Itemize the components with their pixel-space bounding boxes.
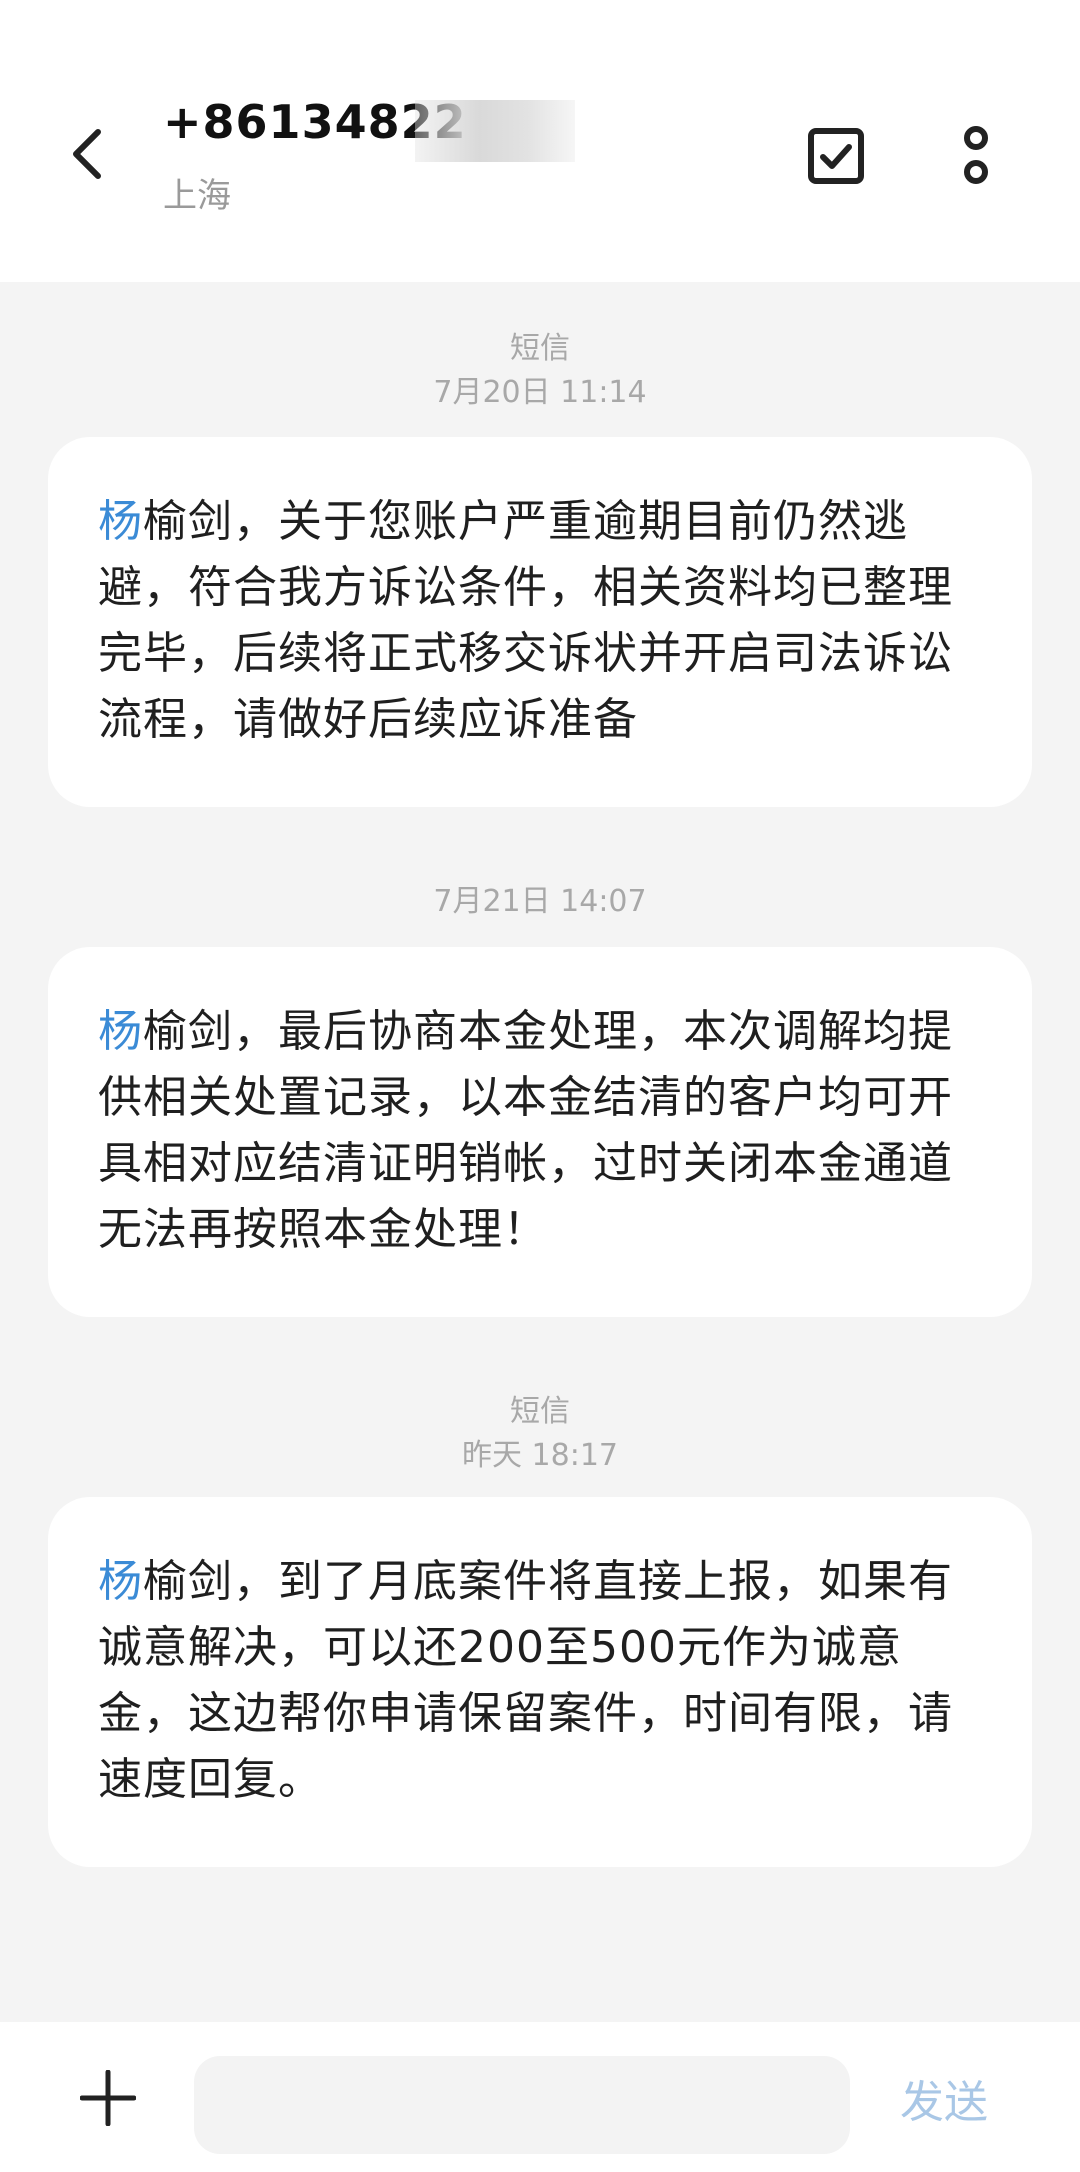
message-text: 榆剑，到了月底案件将直接上报，如果有诚意解决，可以还200至500元作为诚意金，…: [98, 1556, 953, 1805]
back-chevron-icon: [73, 129, 101, 179]
message-timestamp: 昨天 18:17: [462, 1438, 618, 1473]
add-attachment-button[interactable]: [72, 2062, 144, 2134]
message-timestamp: 7月20日 11:14: [433, 375, 647, 410]
highlighted-name[interactable]: 杨: [98, 1006, 143, 1057]
message-type-label: 短信: [510, 331, 570, 366]
message-body[interactable]: 杨榆剑，到了月底案件将直接上报，如果有诚意解决，可以还200至500元作为诚意金…: [98, 1549, 982, 1813]
message-3-header: 短信 昨天 18:17: [0, 1390, 1080, 1478]
plus-icon: [80, 2070, 136, 2126]
highlighted-name[interactable]: 杨: [98, 1556, 143, 1607]
message-text: 榆剑，最后协商本金处理，本次调解均提供相关处置记录，以本金结清的客户均可开具相对…: [98, 1006, 953, 1255]
highlighted-name[interactable]: 杨: [98, 496, 143, 547]
message-2-header: 7月21日 14:07: [0, 880, 1080, 924]
select-messages-button[interactable]: [800, 120, 872, 192]
composer-bar: 发送: [0, 2022, 1080, 2172]
back-button[interactable]: [52, 118, 124, 190]
message-1-header: 短信 7月20日 11:14: [0, 327, 1080, 415]
more-vertical-icon: [964, 126, 988, 184]
checkbox-icon: [808, 128, 864, 184]
redaction-blur: [415, 100, 575, 162]
message-bubble[interactable]: 杨榆剑，关于您账户严重逾期目前仍然逃避，符合我方诉讼条件，相关资料均已整理完毕，…: [48, 437, 1032, 807]
message-text: 榆剑，关于您账户严重逾期目前仍然逃避，符合我方诉讼条件，相关资料均已整理完毕，后…: [98, 496, 953, 745]
message-input[interactable]: [194, 2056, 850, 2154]
send-button[interactable]: 发送: [900, 2070, 988, 2136]
message-body[interactable]: 杨榆剑，关于您账户严重逾期目前仍然逃避，符合我方诉讼条件，相关资料均已整理完毕，…: [98, 489, 982, 753]
message-bubble[interactable]: 杨榆剑，到了月底案件将直接上报，如果有诚意解决，可以还200至500元作为诚意金…: [48, 1497, 1032, 1867]
more-options-button[interactable]: [940, 120, 1012, 192]
message-body[interactable]: 杨榆剑，最后协商本金处理，本次调解均提供相关处置记录，以本金结清的客户均可开具相…: [98, 999, 982, 1263]
top-app-bar: +86134822 上海: [0, 0, 1080, 282]
contact-location: 上海: [163, 176, 231, 216]
message-thread[interactable]: 短信 7月20日 11:14 杨榆剑，关于您账户严重逾期目前仍然逃避，符合我方诉…: [0, 282, 1080, 2022]
message-bubble[interactable]: 杨榆剑，最后协商本金处理，本次调解均提供相关处置记录，以本金结清的客户均可开具相…: [48, 947, 1032, 1317]
message-timestamp: 7月21日 14:07: [433, 884, 647, 919]
message-type-label: 短信: [510, 1394, 570, 1429]
